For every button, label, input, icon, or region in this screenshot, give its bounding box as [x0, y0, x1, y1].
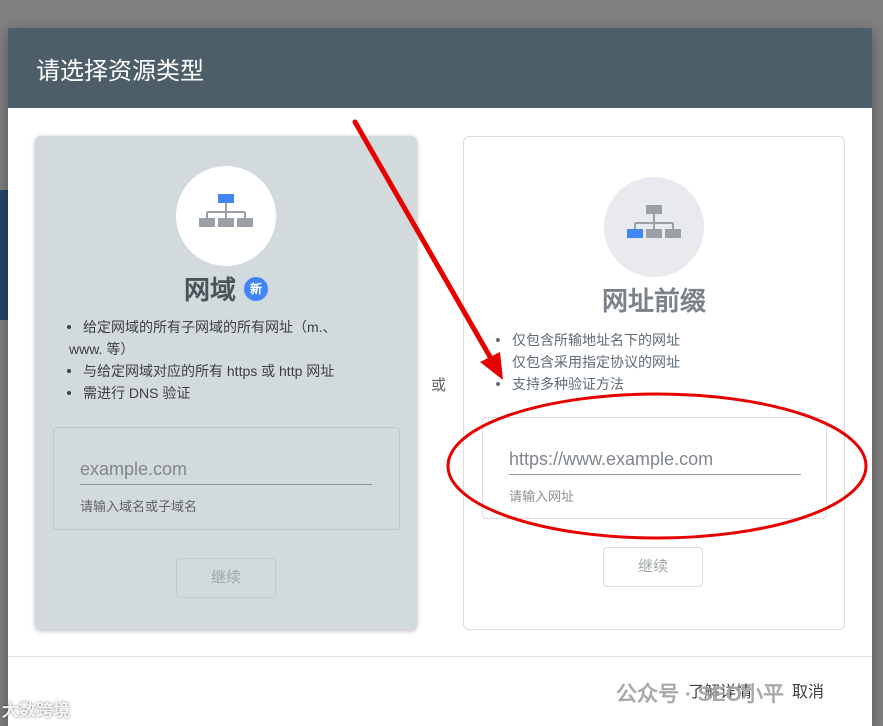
list-item: 给定网域的所有子网域的所有网址（m.、: [61, 316, 391, 338]
domain-title-text: 网域: [183, 275, 236, 305]
domain-input[interactable]: [80, 454, 372, 485]
or-separator: 或: [431, 377, 447, 394]
domain-title: 网域 新: [35, 270, 417, 307]
domain-continue-button[interactable]: 继续: [176, 558, 276, 598]
watermark-left: 大数跨境: [2, 701, 70, 720]
prefix-continue-button[interactable]: 继续: [603, 547, 703, 587]
cancel-button[interactable]: 取消: [792, 678, 824, 702]
url-prefix-input[interactable]: [509, 444, 801, 475]
new-badge: 新: [244, 276, 268, 301]
prefix-title: 网址前缀: [601, 286, 706, 316]
list-item: 与给定网域对应的所有 https 或 http 网址: [61, 360, 391, 382]
prefix-sitemap-icon: [604, 177, 704, 277]
dialog-header: 请选择资源类型: [8, 28, 872, 108]
prefix-input-hint: 请输入网址: [509, 489, 575, 504]
url-prefix-card[interactable]: 网址前缀 仅包含所输地址名下的网址 仅包含采用指定协议的网址 支持多种验证方法 …: [463, 136, 845, 630]
resource-type-dialog: 请选择资源类型 网域 新 给定网域的所有子网域的所有网址（m.、 www. 等）…: [8, 28, 872, 726]
list-item: 支持多种验证方法: [490, 373, 820, 395]
prefix-feature-list: 仅包含所输地址名下的网址 仅包含采用指定协议的网址 支持多种验证方法: [490, 329, 820, 395]
prefix-input-box: 请输入网址: [482, 417, 827, 519]
dialog-footer-divider: [8, 656, 872, 657]
list-item: 需进行 DNS 验证: [61, 382, 391, 404]
list-item: 仅包含所输地址名下的网址: [490, 329, 820, 351]
domain-input-box: 请输入域名或子域名: [53, 427, 400, 530]
domain-card[interactable]: 网域 新 给定网域的所有子网域的所有网址（m.、 www. 等） 与给定网域对应…: [35, 136, 417, 630]
domain-sitemap-icon: [176, 166, 276, 266]
dialog-title: 请选择资源类型: [36, 57, 204, 85]
watermark-right: 公众号 · SEO小平: [616, 683, 785, 706]
domain-feature-list: 给定网域的所有子网域的所有网址（m.、 www. 等） 与给定网域对应的所有 h…: [61, 316, 391, 404]
list-item: www. 等）: [69, 341, 135, 357]
list-item: 仅包含采用指定协议的网址: [490, 351, 820, 373]
background-panel-left: [0, 190, 8, 320]
domain-input-hint: 请输入域名或子域名: [80, 499, 198, 514]
